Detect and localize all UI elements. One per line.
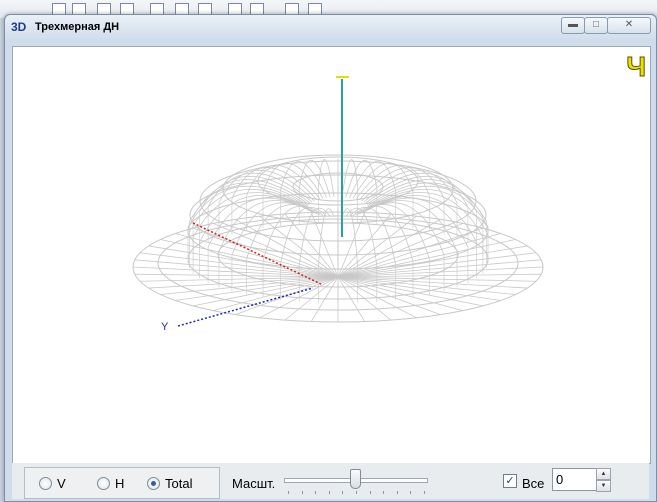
spin-up-button[interactable]: ▲ (596, 468, 611, 480)
radio-h[interactable]: H (97, 476, 124, 491)
minimize-icon: ▬ (568, 19, 578, 30)
close-icon: ✕ (624, 19, 634, 30)
y-axis-label: Y (161, 321, 169, 333)
mesh-line (341, 208, 358, 267)
radio-v[interactable]: V (39, 476, 66, 491)
radio-h-icon (97, 477, 110, 490)
scale-slider-ticks (288, 491, 425, 495)
slider-tick (383, 491, 385, 494)
pattern-viewport[interactable]: Y Ч (12, 46, 651, 464)
radio-v-icon (39, 477, 52, 490)
radio-total-label: Total (165, 476, 193, 491)
radio-v-label: V (57, 476, 66, 491)
count-input[interactable]: 0 (552, 468, 597, 491)
radio-total[interactable]: Total (147, 476, 192, 491)
spin-down-icon: ▼ (600, 483, 607, 489)
mesh-line (337, 276, 417, 319)
mesh-line (259, 276, 339, 319)
slider-tick (424, 491, 425, 494)
mesh-line (318, 159, 335, 198)
scale-slider-thumb[interactable] (350, 469, 361, 489)
slider-tick (301, 491, 303, 494)
pattern-mesh (132, 154, 544, 323)
maximize-icon: □ (592, 19, 600, 30)
app-3d-icon: 3D (11, 20, 27, 34)
mesh-line (318, 208, 335, 267)
maximize-button[interactable]: □ (584, 17, 608, 34)
close-button[interactable]: ✕ (607, 17, 651, 34)
radio-h-label: H (115, 476, 125, 491)
mesh-line (341, 159, 358, 198)
window-title: Трехмерная ДН (35, 21, 120, 33)
minimize-button[interactable]: ▬ (561, 17, 585, 34)
slider-tick (288, 491, 289, 494)
spin-up-icon: ▲ (600, 471, 607, 477)
slider-tick (369, 491, 371, 494)
slider-tick (396, 491, 398, 494)
spin-down-button[interactable]: ▼ (596, 480, 611, 492)
all-label: Все (522, 476, 545, 491)
polarization-group: V H Total (24, 467, 220, 499)
controls-bar: V H Total Масшт. ✓ Все 0 ▲ ▼ (12, 463, 649, 499)
slider-tick (410, 491, 412, 494)
checkmark-icon: ✓ (505, 475, 515, 487)
mesh-line (337, 276, 441, 316)
slider-tick (328, 491, 330, 494)
radio-total-icon (147, 477, 160, 490)
slider-tick (356, 491, 357, 494)
slider-tick (342, 491, 344, 494)
radiation-pattern-plot[interactable]: Y (13, 47, 650, 463)
scale-label: Масшт. (232, 476, 276, 491)
title-bar[interactable]: 3D Трехмерная ДН ▬ □ ✕ (5, 15, 656, 39)
corner-indicator: Ч (626, 51, 647, 82)
all-checkbox[interactable]: ✓ (503, 474, 517, 488)
slider-tick (315, 491, 317, 494)
pattern-3d-window: 3D Трехмерная ДН ▬ □ ✕ Y Ч V H Total Мас… (4, 14, 657, 502)
